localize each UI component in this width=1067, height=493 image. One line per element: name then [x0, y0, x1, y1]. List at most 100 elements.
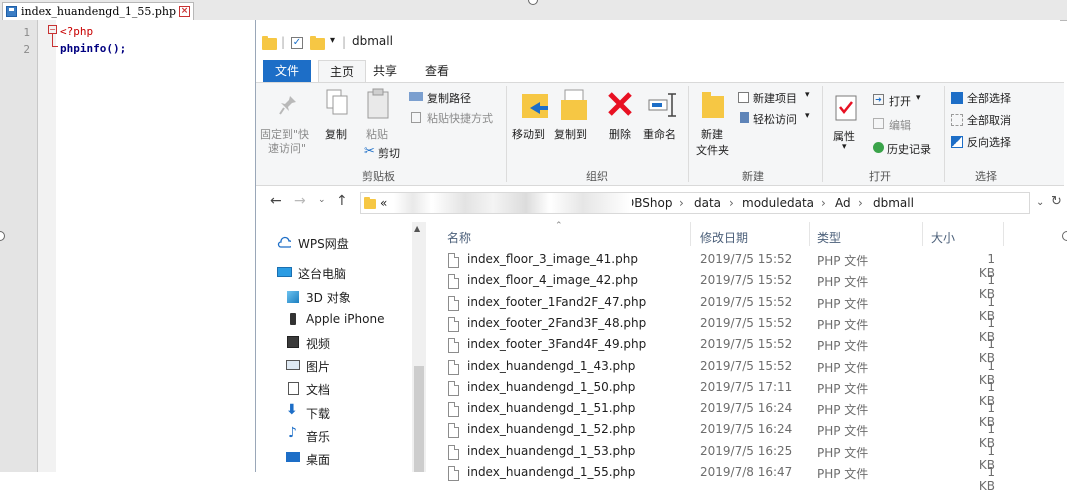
new-folder-quick-icon[interactable] — [310, 36, 325, 50]
new-folder-icon — [702, 92, 724, 118]
column-header-size[interactable]: 大小 — [931, 229, 955, 246]
file-type: PHP 文件 — [817, 275, 869, 289]
file-name: index_huandengd_1_55.php — [467, 465, 636, 479]
edit-icon — [873, 118, 884, 129]
fold-toggle-icon[interactable]: − — [48, 25, 57, 34]
tab-share[interactable]: 共享 — [370, 60, 400, 82]
paste-icon — [367, 88, 389, 119]
new-item-button[interactable]: 新建项目 — [753, 90, 797, 106]
scroll-up-icon[interactable]: ▲ — [414, 224, 420, 233]
file-modified-date: 2019/7/8 16:47 — [700, 465, 793, 479]
tab-view[interactable]: 查看 — [422, 60, 452, 82]
nav-item-videos[interactable]: 视频 — [306, 335, 330, 352]
nav-item-music[interactable]: 音乐 — [306, 428, 330, 445]
recent-locations-icon[interactable]: ⌄ — [318, 195, 326, 205]
file-type: PHP 文件 — [817, 318, 869, 332]
file-type: PHP 文件 — [817, 361, 869, 375]
paste-shortcut-button[interactable]: 粘贴快捷方式 — [427, 110, 493, 126]
video-icon — [287, 336, 299, 348]
php-file-icon — [448, 381, 459, 396]
file-type: PHP 文件 — [817, 297, 869, 311]
invert-selection-icon — [951, 136, 963, 148]
cut-button[interactable]: 剪切 — [378, 145, 400, 161]
select-none-icon — [951, 114, 963, 126]
open-icon: ➜ — [873, 94, 884, 105]
invert-selection-button[interactable]: 反向选择 — [967, 134, 1011, 150]
fold-margin — [38, 20, 56, 472]
select-all-icon — [951, 92, 963, 104]
selection-handle[interactable] — [1062, 231, 1067, 241]
pin-quick-access-label: 速访问" — [268, 142, 307, 155]
cloud-icon — [277, 236, 291, 248]
breadcrumb-moduledata[interactable]: moduledata — [742, 196, 814, 210]
copy-button[interactable]: 复制 — [325, 126, 347, 142]
nav-item-desktop[interactable]: 桌面 — [306, 451, 330, 468]
nav-item-apple-iphone[interactable]: Apple iPhone — [306, 312, 384, 326]
group-label-select: 选择 — [975, 170, 997, 183]
rename-button[interactable]: 重命名 — [643, 126, 676, 142]
file-modified-date: 2019/7/5 15:52 — [700, 359, 793, 373]
computer-icon — [277, 267, 292, 277]
nav-item-wps-drive[interactable]: WPS网盘 — [298, 235, 349, 252]
breadcrumb-dbmall[interactable]: dbmall — [873, 196, 914, 210]
forward-arrow-icon[interactable]: → — [294, 193, 306, 209]
back-arrow-icon[interactable]: ← — [270, 193, 282, 209]
breadcrumb-ad[interactable]: Ad — [835, 196, 851, 210]
refresh-icon[interactable]: ↻ — [1051, 194, 1062, 209]
move-to-button[interactable]: 移动到 — [512, 126, 545, 142]
history-button[interactable]: 历史记录 — [887, 141, 931, 157]
copy-to-button[interactable]: 复制到 — [554, 126, 587, 142]
select-all-button[interactable]: 全部选择 — [967, 90, 1011, 106]
tab-file[interactable]: 文件 — [263, 60, 311, 82]
rename-icon — [648, 93, 676, 117]
copy-path-button[interactable]: 复制路径 — [427, 90, 471, 106]
nav-item-documents[interactable]: 文档 — [306, 381, 330, 398]
column-header-name[interactable]: 名称 — [447, 229, 471, 246]
address-overflow[interactable]: « — [380, 196, 387, 210]
column-header-type[interactable]: 类型 — [817, 229, 841, 246]
select-none-button[interactable]: 全部取消 — [967, 112, 1011, 128]
file-type: PHP 文件 — [817, 446, 869, 460]
sort-indicator-icon: ⌃ — [555, 221, 563, 231]
delete-button[interactable]: 删除 — [609, 126, 631, 142]
file-size: 1 KB — [978, 465, 995, 493]
line-number: 2 — [23, 43, 30, 56]
file-type: PHP 文件 — [817, 403, 869, 417]
php-file-icon — [448, 317, 459, 332]
file-name: index_footer_3Fand4F_49.php — [467, 337, 647, 351]
tab-home[interactable]: 主页 — [318, 60, 366, 82]
file-name: index_floor_4_image_42.php — [467, 273, 638, 287]
file-type: PHP 文件 — [817, 467, 869, 481]
nav-item-pictures[interactable]: 图片 — [306, 358, 330, 375]
open-button[interactable]: 打开 — [889, 93, 911, 109]
scrollbar-thumb[interactable] — [414, 366, 424, 472]
nav-item-downloads[interactable]: 下载 — [306, 405, 330, 422]
file-modified-date: 2019/7/5 16:24 — [700, 401, 793, 415]
file-modified-date: 2019/7/5 16:24 — [700, 422, 793, 436]
editor-tab[interactable]: index_huandengd_1_55.php × — [2, 2, 195, 20]
nav-item-3d-objects[interactable]: 3D 对象 — [306, 289, 351, 306]
file-name: index_huandengd_1_52.php — [467, 422, 636, 436]
close-icon[interactable]: × — [179, 6, 191, 17]
new-folder-button[interactable]: 新建 — [701, 126, 723, 142]
cube-icon — [287, 291, 299, 303]
easy-access-icon — [740, 112, 749, 123]
line-number: 1 — [23, 26, 30, 39]
music-icon: ♪ — [288, 425, 297, 441]
paste-button[interactable]: 粘贴 — [366, 126, 388, 142]
up-arrow-icon[interactable]: ↑ — [336, 193, 348, 209]
paste-shortcut-icon — [411, 112, 421, 123]
easy-access-button[interactable]: 轻松访问 — [753, 111, 797, 127]
breadcrumb-dbshop[interactable]: DBShop — [632, 196, 672, 210]
code-line: <?php — [60, 25, 94, 38]
customize-toolbar-icon[interactable]: ▾ — [330, 35, 335, 46]
column-header-date[interactable]: 修改日期 — [700, 229, 748, 246]
breadcrumb-data[interactable]: data — [694, 196, 721, 210]
nav-item-this-pc[interactable]: 这台电脑 — [298, 265, 346, 282]
address-dropdown-icon[interactable]: ⌄ — [1036, 197, 1044, 208]
pin-icon — [279, 96, 296, 115]
file-modified-date: 2019/7/5 15:52 — [700, 295, 793, 309]
file-name: index_floor_3_image_41.php — [467, 252, 638, 266]
edit-button[interactable]: 编辑 — [889, 117, 911, 133]
properties-quick-icon[interactable]: ✓ — [291, 37, 303, 49]
